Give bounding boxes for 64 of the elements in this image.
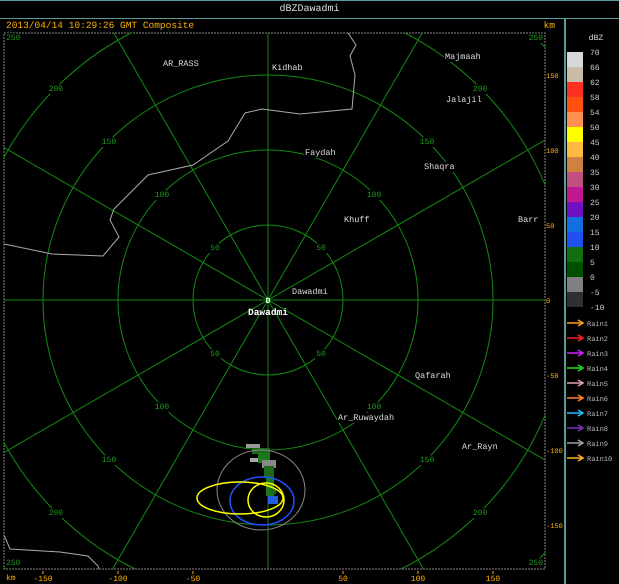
timestamp-text: 2013/04/14 10:29:26 GMT Composite	[6, 20, 194, 31]
ring-label: 250	[528, 559, 543, 568]
scale-label: 50	[590, 124, 600, 133]
place-label: AR_RASS	[163, 59, 199, 69]
ring-label: 250	[6, 34, 20, 43]
scale-label: -5	[590, 289, 600, 298]
radar-echo-drawing	[246, 444, 278, 504]
axis-tick-label: -50	[186, 575, 200, 584]
ring-label: 50	[316, 244, 326, 253]
ring-label: 50	[210, 244, 220, 253]
scale-label: 5	[590, 259, 595, 268]
place-label: Majmaah	[445, 52, 481, 62]
ring-label: 100	[366, 190, 382, 200]
unit-label: km	[544, 20, 555, 31]
place-label: Faydah	[305, 148, 336, 158]
radar-site-marker: D	[266, 297, 270, 306]
ring-label: 50	[316, 350, 326, 360]
place-label: Ar_Ruwaydah	[338, 413, 394, 423]
ring-label: 200	[48, 509, 64, 518]
scale-label: 58	[590, 94, 600, 103]
ring-label: 100	[154, 190, 170, 200]
place-label: Qafarah	[415, 371, 451, 381]
scale-label: 54	[590, 109, 600, 118]
scale-label: 20	[590, 214, 600, 223]
place-label: Ar_Rayn	[462, 442, 498, 452]
place-label: Kidhab	[272, 63, 303, 73]
scale-label: 10	[590, 244, 600, 253]
scale-label: 0	[590, 274, 595, 283]
scale-label: -10	[590, 304, 604, 313]
axis-tick-label: 100	[410, 575, 426, 584]
ring-label: 200	[472, 509, 488, 518]
axis-tick-label: 150	[486, 575, 500, 584]
place-label: Dawadmi	[292, 287, 328, 297]
scale-label: 62	[590, 79, 600, 88]
ring-label: 200	[48, 84, 64, 94]
place-label: Barr	[518, 215, 538, 225]
scale-label: 45	[590, 139, 600, 148]
scale-label: 25	[590, 199, 600, 208]
ring-label: 150	[102, 138, 116, 147]
place-label: Khuff	[344, 215, 370, 225]
legend-title: dBZ	[588, 34, 604, 43]
place-label: Shaqra	[424, 162, 455, 172]
axis-tick-label: 50	[338, 575, 348, 584]
scale-label: 70	[590, 49, 600, 58]
ring-label: 50	[210, 350, 220, 360]
ring-label: 200	[472, 84, 488, 94]
scale-label: 35	[590, 169, 600, 178]
ring-label: 150	[102, 456, 116, 466]
ring-label: 100	[154, 403, 170, 412]
scale-label: 40	[590, 154, 600, 163]
axis-tick-label: -100	[108, 575, 128, 584]
axis-unit-label: km	[6, 574, 16, 583]
place-label: Jalajil	[446, 95, 482, 105]
ring-label: 250	[528, 34, 543, 43]
axis-tick-label: -150	[33, 575, 53, 584]
ring-label: 150	[420, 456, 434, 466]
scale-label: 15	[590, 229, 600, 238]
scale-label: 66	[590, 64, 600, 73]
radar-site-label: Dawadmi	[248, 307, 288, 318]
ring-label: 100	[366, 403, 382, 412]
window-title: dBZDawadmi	[0, 0, 619, 19]
scale-label: 30	[590, 184, 600, 193]
ring-label: 250	[6, 559, 20, 568]
ring-label: 150	[420, 138, 434, 147]
